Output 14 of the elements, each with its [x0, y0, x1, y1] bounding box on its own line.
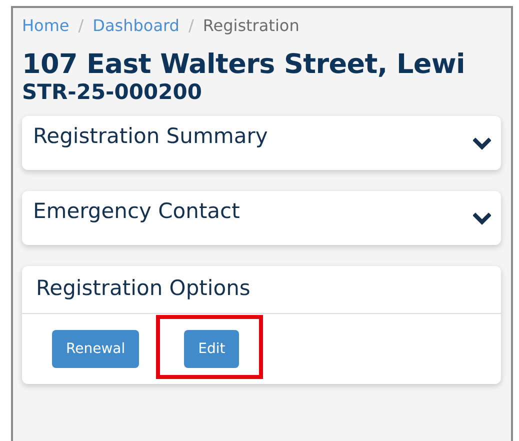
registration-number: STR-25-000200	[22, 80, 203, 104]
action-button[interactable]: Renewal	[52, 330, 140, 368]
breadcrumb-link[interactable]: Dashboard	[92, 16, 180, 35]
page-title: 107 East Walters Street, Lewi	[22, 49, 466, 80]
section-title[interactable]: Registration Options	[36, 276, 250, 300]
section-title[interactable]: Emergency Contact	[33, 199, 240, 223]
section-title[interactable]: Registration Summary	[33, 124, 268, 148]
breadcrumb-separator: /	[188, 16, 194, 35]
breadcrumb-separator: /	[78, 16, 84, 35]
chevron-down-icon[interactable]	[473, 211, 491, 225]
breadcrumb-link[interactable]: Home	[22, 16, 70, 35]
breadcrumb-current: Registration	[202, 16, 300, 35]
action-button[interactable]: Edit	[184, 330, 240, 368]
chevron-down-icon[interactable]	[473, 136, 491, 150]
